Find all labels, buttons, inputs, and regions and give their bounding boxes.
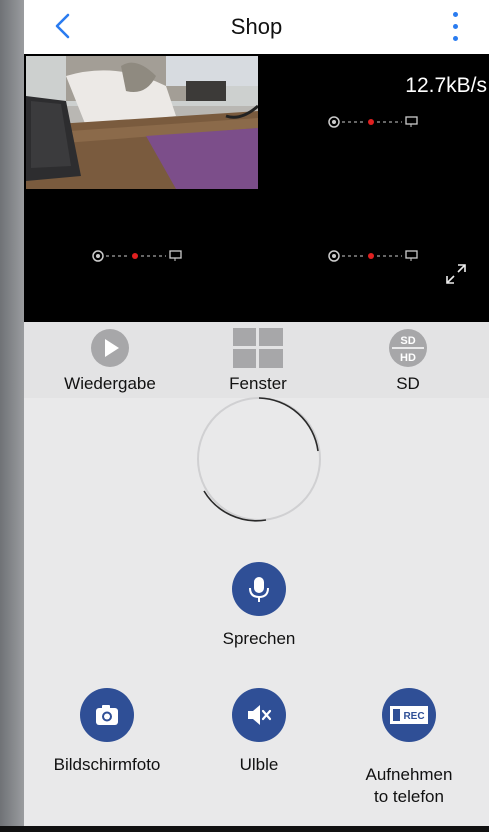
record-button[interactable]: REC Aufnehmen to telefon	[349, 688, 469, 808]
screen-bottom-edge	[0, 826, 489, 832]
bezel-left	[0, 0, 24, 832]
camera-link-icon	[328, 116, 418, 128]
mute-button[interactable]: Ulble	[204, 688, 314, 776]
camera-frame-image	[26, 56, 258, 189]
mute-label: Ulble	[239, 755, 279, 774]
playback-label: Wiedergabe	[64, 374, 156, 393]
record-button-circle[interactable]: REC	[382, 688, 436, 742]
fullscreen-button[interactable]	[444, 262, 468, 286]
page-title: Shop	[230, 14, 283, 39]
snapshot-button-circle[interactable]	[80, 688, 134, 742]
talk-button[interactable]: Sprechen	[184, 562, 334, 650]
svg-text:SD: SD	[400, 335, 415, 347]
camera-link-icon	[328, 250, 418, 262]
nav-bar: Shop	[24, 0, 489, 54]
more-menu-button[interactable]	[445, 8, 465, 46]
expand-icon	[446, 264, 466, 284]
more-dot	[453, 36, 458, 41]
svg-text:HD: HD	[400, 352, 416, 364]
bitrate-readout: 12.7kB/s	[405, 74, 487, 97]
camera-link-icon	[92, 250, 182, 262]
play-icon	[91, 329, 129, 367]
talk-button-circle[interactable]	[232, 562, 286, 616]
video-view[interactable]: 12.7kB/s	[24, 54, 489, 322]
window-layout-button[interactable]: Fenster	[188, 328, 328, 394]
grid-icon	[233, 328, 283, 368]
ptz-joystick[interactable]	[196, 396, 322, 522]
channel-connection-status	[92, 249, 182, 263]
window-layout-label: Fenster	[229, 374, 287, 393]
quality-label: SD	[396, 374, 420, 393]
quality-toggle-button[interactable]: SD HD SD	[338, 328, 478, 394]
sd-hd-icon: SD HD	[389, 329, 427, 367]
channel-connection-status	[328, 115, 418, 129]
more-vertical-icon	[453, 12, 458, 17]
app-screen: Shop 12.7kB/s Wiedergabe Fenster SD HD S…	[24, 0, 489, 832]
channel-connection-status	[328, 249, 418, 263]
playback-button[interactable]: Wiedergabe	[40, 328, 180, 394]
talk-label: Sprechen	[222, 629, 296, 648]
mute-button-circle[interactable]	[232, 688, 286, 742]
camera-feed-thumbnail[interactable]	[26, 56, 258, 189]
record-icon: REC	[390, 706, 428, 724]
record-label-line2: to telefon	[374, 787, 444, 806]
playback-controls: Wiedergabe Fenster SD HD SD	[24, 322, 489, 398]
record-label: Aufnehmen to telefon	[349, 764, 469, 808]
snapshot-button[interactable]: Bildschirmfoto	[32, 688, 182, 776]
record-label-line1: Aufnehmen	[365, 765, 453, 784]
snapshot-label: Bildschirmfoto	[53, 755, 161, 774]
speaker-mute-icon	[248, 705, 272, 725]
microphone-icon	[249, 577, 269, 602]
more-dot	[453, 24, 458, 29]
svg-text:REC: REC	[403, 711, 424, 722]
camera-icon	[96, 705, 118, 725]
ptz-ring-icon	[197, 397, 321, 522]
